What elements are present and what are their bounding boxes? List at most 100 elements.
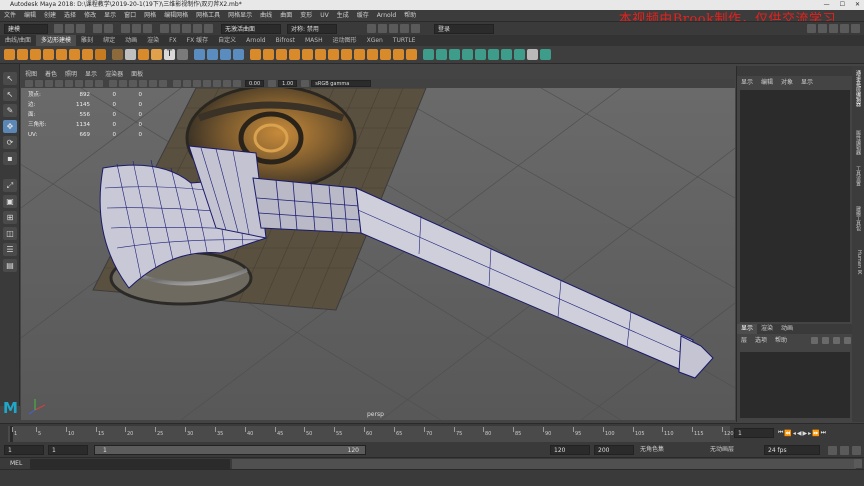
layer-list[interactable]: [740, 352, 850, 418]
channel-box-area[interactable]: [740, 90, 850, 322]
four-view-icon[interactable]: ⊞: [3, 211, 17, 224]
mel-input[interactable]: [30, 459, 230, 469]
menu-item[interactable]: 创建: [40, 10, 60, 21]
poly-cube-icon[interactable]: [17, 49, 28, 60]
uv-editor-icon[interactable]: [423, 49, 434, 60]
poly-torus-icon[interactable]: [56, 49, 67, 60]
menu-item[interactable]: 编辑: [20, 10, 40, 21]
snap-plane-icon[interactable]: [193, 24, 202, 33]
channel-box-menu-item[interactable]: 显示: [797, 76, 817, 89]
select-component-icon[interactable]: [143, 24, 152, 33]
go-to-start-icon[interactable]: ⏮: [778, 429, 783, 437]
menu-item[interactable]: Arnold: [373, 10, 400, 21]
camera-map-icon[interactable]: [488, 49, 499, 60]
ipr-render-icon[interactable]: [378, 24, 387, 33]
merge-icon[interactable]: [341, 49, 352, 60]
login-button[interactable]: 登录: [434, 23, 494, 34]
shelf-tab[interactable]: 多边形建模: [36, 35, 77, 46]
single-view-icon[interactable]: ▣: [3, 195, 17, 208]
new-layer-icon[interactable]: [833, 337, 840, 344]
poly-sphere-icon[interactable]: [4, 49, 15, 60]
new-layer-selected-icon[interactable]: [844, 337, 851, 344]
sweep-mesh-icon[interactable]: [125, 49, 136, 60]
panel-toggle-icon[interactable]: [829, 24, 838, 33]
film-gate-icon[interactable]: [75, 80, 83, 87]
gamma-icon[interactable]: [268, 80, 277, 87]
side-tab[interactable]: 工具设置: [854, 166, 862, 186]
gate-mask-icon[interactable]: [95, 80, 103, 87]
offset-loop-icon[interactable]: [406, 49, 417, 60]
text-icon[interactable]: T: [164, 49, 175, 60]
quadrangulate-icon[interactable]: [328, 49, 339, 60]
time-ruler[interactable]: 1 5 10 15 20 25 30 35 40 45 50 55 60 65 70 75 80 85 90 95 10…: [8, 426, 734, 442]
smooth-icon[interactable]: [250, 49, 261, 60]
render-settings-icon[interactable]: [389, 24, 398, 33]
side-tab[interactable]: Human IK: [854, 250, 862, 274]
snap-live-icon[interactable]: [204, 24, 213, 33]
shelf-tab[interactable]: TURTLE: [388, 35, 421, 46]
select-hierarchy-icon[interactable]: [121, 24, 130, 33]
menu-item[interactable]: 生成: [333, 10, 353, 21]
menu-item[interactable]: UV: [316, 10, 333, 21]
render-icon[interactable]: [367, 24, 376, 33]
poly-cone-icon[interactable]: [43, 49, 54, 60]
platonic-icon[interactable]: [95, 49, 106, 60]
shelf-tab[interactable]: FX 缓存: [182, 35, 213, 46]
wire-on-shaded-icon[interactable]: [129, 80, 137, 87]
spherical-map-icon[interactable]: [462, 49, 473, 60]
fill-hole-icon[interactable]: [302, 49, 313, 60]
menu-item[interactable]: 变形: [296, 10, 316, 21]
reduce-icon[interactable]: [263, 49, 274, 60]
menu-item[interactable]: 网格: [140, 10, 160, 21]
move-tool-icon[interactable]: ✥: [3, 120, 17, 133]
lasso-tool-icon[interactable]: ↖: [3, 88, 17, 101]
multi-cut-icon[interactable]: [380, 49, 391, 60]
play-forward-icon[interactable]: ▶: [803, 430, 808, 437]
viewport-menu-item[interactable]: 面板: [127, 70, 147, 79]
panel-toggle-icon[interactable]: [851, 24, 860, 33]
boolean-icon[interactable]: [289, 49, 300, 60]
color-management-icon[interactable]: [301, 80, 310, 87]
range-slider[interactable]: 1 120: [94, 445, 366, 455]
last-tool-icon[interactable]: ⤢: [3, 179, 17, 192]
anim-prefs-icon[interactable]: [852, 446, 861, 455]
hypershade-icon[interactable]: [400, 24, 409, 33]
menu-item[interactable]: 选择: [60, 10, 80, 21]
move-layer-down-icon[interactable]: [822, 337, 829, 344]
viewport-menu-item[interactable]: 视图: [21, 70, 41, 79]
side-tab[interactable]: 建模工具包: [854, 206, 862, 231]
channel-box-menu-item[interactable]: 对象: [777, 76, 797, 89]
save-scene-icon[interactable]: [76, 24, 85, 33]
shelf-tab[interactable]: MASH: [300, 35, 328, 46]
extrude-icon[interactable]: [194, 49, 205, 60]
select-object-icon[interactable]: [132, 24, 141, 33]
cylindrical-map-icon[interactable]: [449, 49, 460, 60]
shelf-tab[interactable]: 绑定: [98, 35, 120, 46]
separate-icon[interactable]: [151, 49, 162, 60]
key-icon[interactable]: [828, 446, 837, 455]
svg-icon[interactable]: [177, 49, 188, 60]
ao-icon[interactable]: [213, 80, 221, 87]
undo-icon[interactable]: [93, 24, 102, 33]
menu-item[interactable]: 网格工具: [192, 10, 224, 21]
shelf-tab[interactable]: Arnold: [241, 35, 270, 46]
shelf-tab[interactable]: 自定义: [213, 35, 241, 46]
step-back-key-icon[interactable]: ⏪: [784, 430, 791, 437]
menu-item[interactable]: 缓存: [353, 10, 373, 21]
viewport-menu-item[interactable]: 着色: [41, 70, 61, 79]
anim-layer-dropdown[interactable]: 无动画层: [710, 445, 734, 455]
play-backward-icon[interactable]: ◀: [797, 430, 802, 437]
menu-item[interactable]: 曲线: [256, 10, 276, 21]
snap-curve-icon[interactable]: [171, 24, 180, 33]
resolution-gate-icon[interactable]: [85, 80, 93, 87]
shelf-tab[interactable]: XGen: [362, 35, 388, 46]
insert-edge-loop-icon[interactable]: [367, 49, 378, 60]
pause-icon[interactable]: [411, 24, 420, 33]
maximize-button[interactable]: ☐: [840, 0, 845, 10]
shelf-tab[interactable]: FX: [164, 35, 182, 46]
panel-toggle-icon[interactable]: [807, 24, 816, 33]
poly-cylinder-icon[interactable]: [30, 49, 41, 60]
layout-uv-icon[interactable]: [514, 49, 525, 60]
aa-icon[interactable]: [223, 80, 231, 87]
side-tab[interactable]: 通道盒/层编辑器: [854, 70, 862, 107]
